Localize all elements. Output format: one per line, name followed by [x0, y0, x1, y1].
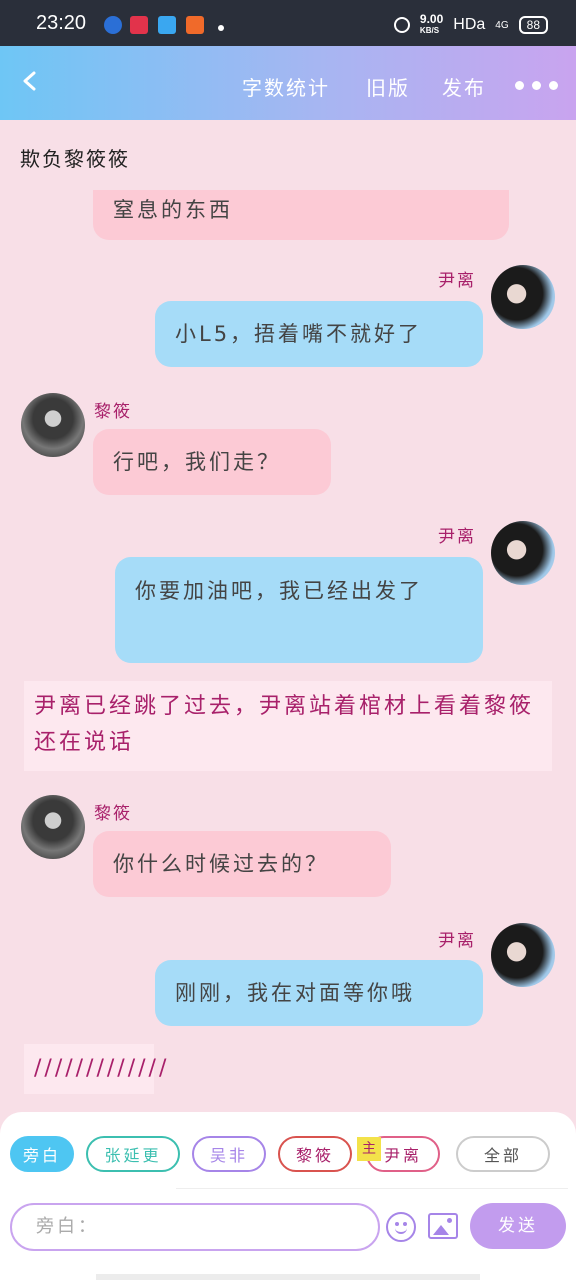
smile-icon[interactable]: [386, 1212, 416, 1242]
net-speed-unit: KB/S: [419, 26, 440, 35]
main-role-tag: 主: [357, 1137, 381, 1161]
hd-indicator: HDa: [453, 16, 486, 33]
message-bubble[interactable]: 小L5，捂着嘴不就好了: [155, 301, 483, 367]
narration-text[interactable]: /////////////: [24, 1044, 166, 1094]
message-bubble[interactable]: 行吧，我们走？: [93, 429, 331, 495]
app-icon: [158, 16, 176, 34]
sender-name: 尹离: [438, 271, 476, 291]
message-text: 行吧，我们走？: [113, 450, 281, 474]
input-placeholder: 旁白：: [36, 1216, 99, 1237]
video-app-icon: [130, 16, 148, 34]
net-speed-value: 9.00: [419, 12, 444, 26]
publish-button[interactable]: 发布: [442, 72, 486, 101]
message-text: 刚刚，我在对面等你哦: [175, 981, 415, 1005]
net-speed: 9.00 KB/S: [419, 12, 444, 36]
message-bubble[interactable]: 刚刚，我在对面等你哦: [155, 960, 483, 1026]
message-text: 小L5，捂着嘴不就好了: [175, 322, 423, 346]
role-label: 全部: [483, 1146, 522, 1165]
message-text: 你要加油吧，我已经出发了: [135, 579, 423, 603]
sender-name: 黎筱: [94, 804, 132, 824]
message-input[interactable]: 旁白：: [10, 1203, 380, 1251]
message-text: 你什么时候过去的？: [113, 852, 329, 876]
message-bubble[interactable]: 你什么时候过去的？: [93, 831, 391, 897]
qq-icon: [104, 16, 122, 34]
send-button[interactable]: 发送: [470, 1203, 566, 1249]
message-bubble[interactable]: 你要加油吧，我已经出发了: [115, 557, 483, 663]
avatar[interactable]: [491, 265, 555, 329]
role-label: 吴非: [209, 1146, 248, 1165]
notification-dot-icon: [218, 25, 224, 31]
top-bar: 字数统计 旧版 发布: [0, 46, 576, 120]
alarm-icon: [393, 17, 410, 33]
message-text: 窒息的东西: [113, 198, 233, 222]
image-icon[interactable]: [428, 1213, 458, 1239]
sender-name: 尹离: [438, 931, 476, 951]
narration-text[interactable]: 尹离已经跳了过去，尹离站着棺材上看着黎筱还在说话: [24, 681, 552, 771]
gesture-bar: [96, 1274, 480, 1280]
signal-icon: 4G: [495, 19, 509, 31]
role-label: 旁白: [22, 1146, 61, 1165]
avatar[interactable]: [21, 795, 85, 859]
sender-name: 尹离: [438, 527, 476, 547]
role-wu[interactable]: 吴非: [192, 1136, 266, 1172]
status-time: 23:20: [36, 12, 87, 34]
avatar[interactable]: [21, 393, 85, 457]
narration-content: 尹离已经跳了过去，尹离站着棺材上看着黎筱还在说话: [34, 694, 535, 755]
divider: [176, 1188, 568, 1189]
role-all[interactable]: 全部: [456, 1136, 550, 1172]
sender-name: 黎筱: [94, 402, 132, 422]
role-label: 尹离: [383, 1146, 422, 1165]
grid-app-icon: [186, 16, 204, 34]
battery-icon: 88: [518, 16, 548, 34]
role-narrator[interactable]: 旁白: [10, 1136, 74, 1172]
avatar[interactable]: [491, 521, 555, 585]
status-bar: 23:20 9.00 KB/S HDa 4G 88: [0, 0, 576, 46]
word-count-button[interactable]: 字数统计: [242, 72, 330, 101]
narration-content: /////////////: [34, 1056, 170, 1081]
role-label: 张延更: [104, 1146, 162, 1165]
chevron-left-icon[interactable]: [20, 70, 42, 92]
message-bubble[interactable]: 窒息的东西: [93, 190, 509, 240]
role-li[interactable]: 黎筱: [278, 1136, 352, 1172]
role-zhang[interactable]: 张延更: [86, 1136, 180, 1172]
chat-title: 欺负黎筱筱: [20, 147, 130, 171]
more-dots-icon[interactable]: [515, 81, 558, 90]
old-version-button[interactable]: 旧版: [366, 72, 410, 101]
role-label: 黎筱: [295, 1146, 334, 1165]
status-right: 9.00 KB/S HDa 4G 88: [393, 12, 548, 36]
avatar[interactable]: [491, 923, 555, 987]
